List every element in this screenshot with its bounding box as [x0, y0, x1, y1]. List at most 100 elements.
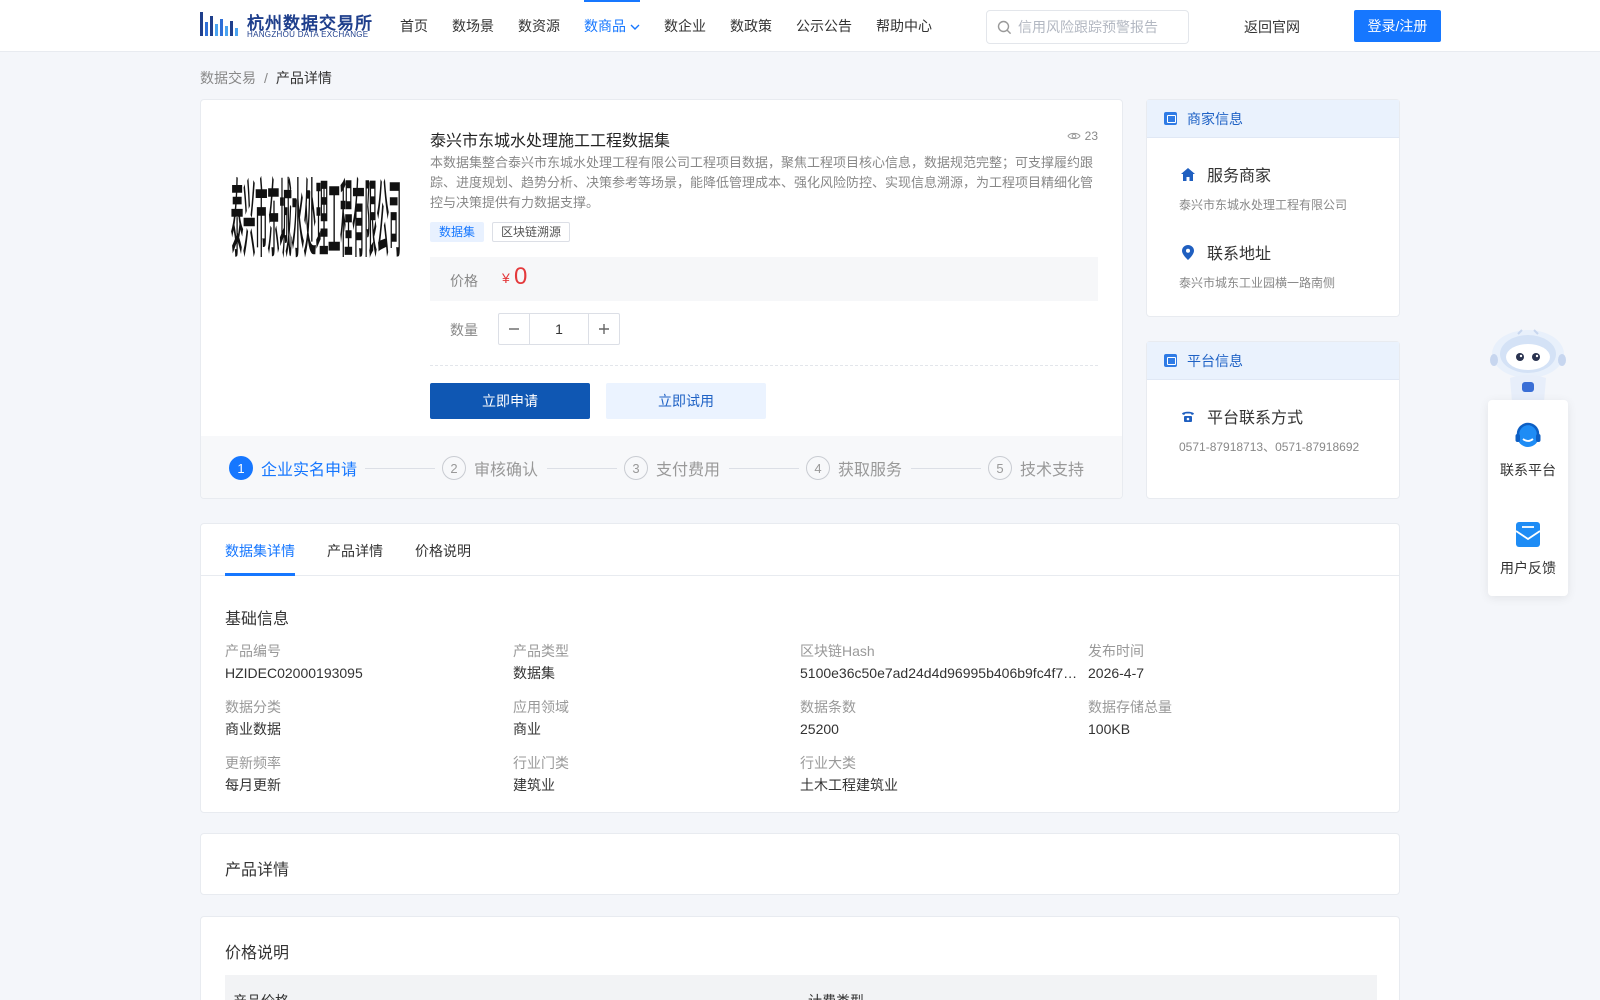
- price-table-header: 产品价格 计费类型: [225, 975, 1377, 1000]
- nav-home[interactable]: 首页: [400, 0, 428, 52]
- nav-products[interactable]: 数商品: [584, 0, 640, 52]
- field-label: 产品类型: [513, 643, 569, 659]
- step-number: 4: [806, 456, 830, 480]
- price-table-col-billing-type: 计费类型: [808, 991, 864, 1000]
- platform-info-title: 平台信息: [1187, 352, 1243, 369]
- phone-icon: [1179, 407, 1197, 425]
- field-update-frequency: 更新频率 每月更新: [225, 753, 505, 795]
- search-box[interactable]: [986, 10, 1189, 44]
- back-to-official-site-link[interactable]: 返回官网: [1244, 17, 1300, 37]
- step-4: 4 获取服务: [806, 455, 902, 481]
- field-application-domain: 应用领域 商业: [513, 697, 793, 739]
- field-value: 土木工程建筑业: [800, 777, 898, 793]
- user-feedback-button[interactable]: 用户反馈: [1488, 498, 1568, 596]
- platform-info-header: 平台信息: [1147, 342, 1399, 380]
- apply-now-button[interactable]: 立即申请: [430, 383, 590, 419]
- field-value: 建筑业: [513, 777, 555, 793]
- step-connector: [365, 468, 435, 469]
- mail-icon: [1515, 522, 1541, 547]
- breadcrumb-root[interactable]: 数据交易: [200, 70, 256, 86]
- detail-tabs: 数据集详情 产品详情 价格说明: [201, 524, 1399, 576]
- product-title: 泰兴市东城水处理施工工程数据集: [430, 133, 671, 150]
- minus-icon: [509, 328, 519, 330]
- search-input[interactable]: [1018, 11, 1183, 43]
- field-label: 区块链Hash: [800, 643, 875, 659]
- nav-announcements[interactable]: 公示公告: [796, 0, 852, 52]
- field-data-category: 数据分类 商业数据: [225, 697, 505, 739]
- merchant-info-card: 商家信息 服务商家 泰兴市东城水处理工程有限公司 联系地址 泰兴市城东工业园横一…: [1146, 99, 1400, 317]
- field-label: 数据条数: [800, 699, 856, 715]
- exchange-logo[interactable]: 杭州数据交易所 HANGZHOU DATA EXCHANGE: [200, 9, 372, 41]
- nav-policies[interactable]: 数政策: [730, 0, 772, 52]
- merchant-info-title: 商家信息: [1187, 110, 1243, 127]
- try-now-button[interactable]: 立即试用: [606, 383, 766, 419]
- step-label: 审核确认: [474, 462, 539, 479]
- step-label: 技术支持: [1020, 462, 1085, 479]
- price-description-title: 价格说明: [225, 945, 290, 962]
- nav-products-label: 数商品: [584, 18, 626, 34]
- price-value: 0: [514, 263, 528, 290]
- contact-platform-button[interactable]: 联系平台: [1488, 400, 1568, 498]
- field-label: 更新频率: [225, 755, 281, 771]
- search-icon: [997, 20, 1012, 35]
- tab-product-detail[interactable]: 产品详情: [327, 541, 383, 561]
- dataset-detail-card: 数据集详情 产品详情 价格说明 基础信息 产品编号 HZIDEC020001930…: [200, 523, 1400, 813]
- view-count-value: 23: [1084, 129, 1098, 143]
- step-2: 2 审核确认: [442, 455, 538, 481]
- price-row: 价格 ¥ 0: [430, 257, 1098, 301]
- price-table-col-price: 产品价格: [233, 991, 289, 1000]
- tab-price-description[interactable]: 价格说明: [415, 541, 471, 561]
- plus-icon: [599, 324, 609, 334]
- nav-help-center[interactable]: 帮助中心: [876, 0, 932, 52]
- field-storage-total: 数据存储总量 100KB: [1088, 697, 1368, 739]
- login-register-button[interactable]: 登录/注册: [1354, 10, 1441, 42]
- service-merchant-label: 服务商家: [1207, 168, 1272, 185]
- field-label: 应用领域: [513, 699, 569, 715]
- field-label: 行业门类: [513, 755, 569, 771]
- step-connector: [911, 468, 981, 469]
- contact-address-title: 联系地址: [1179, 240, 1271, 264]
- quantity-input[interactable]: [530, 314, 588, 344]
- field-label: 行业大类: [800, 755, 856, 771]
- view-count: 23: [1067, 129, 1098, 143]
- location-pin-icon: [1179, 243, 1197, 261]
- step-label: 企业实名申请: [261, 462, 358, 479]
- price-description-section: 价格说明 产品价格 计费类型: [200, 916, 1400, 1000]
- nav-resources[interactable]: 数资源: [518, 0, 560, 52]
- assistant-robot-icon[interactable]: [1488, 324, 1568, 402]
- purchase-steps: 1 企业实名申请 2 审核确认 3 支付费用 4 获取服务 5 技术支持: [201, 436, 1122, 498]
- platform-contact-title: 平台联系方式: [1179, 404, 1303, 428]
- product-description: 本数据集整合泰兴市东城水处理工程有限公司工程项目数据，聚焦工程项目核心信息，数据…: [430, 155, 1094, 210]
- divider: [430, 365, 1098, 366]
- field-label: 数据存储总量: [1088, 699, 1172, 715]
- product-tags: 数据集 区块链溯源: [430, 222, 571, 242]
- decrease-quantity-button[interactable]: [499, 314, 530, 344]
- product-detail-title: 产品详情: [225, 862, 290, 879]
- tag-dataset: 数据集: [430, 222, 485, 242]
- service-merchant-title: 服务商家: [1179, 162, 1271, 186]
- field-label: 发布时间: [1088, 643, 1144, 659]
- logo-english-name: HANGZHOU DATA EXCHANGE: [247, 30, 369, 39]
- breadcrumb-current: 产品详情: [275, 70, 332, 86]
- product-detail-section: 产品详情: [200, 833, 1400, 895]
- platform-contact-value: 0571-87918713、0571-87918692: [1179, 440, 1360, 454]
- home-icon: [1179, 165, 1197, 183]
- field-publish-time: 发布时间 2026-4-7: [1088, 641, 1368, 683]
- quantity-label: 数量: [450, 322, 478, 338]
- nav-enterprises[interactable]: 数企业: [664, 0, 706, 52]
- tab-dataset-detail[interactable]: 数据集详情: [225, 541, 295, 561]
- floating-service-panel: 联系平台 用户反馈: [1488, 400, 1568, 596]
- increase-quantity-button[interactable]: [588, 314, 619, 344]
- field-value: 100KB: [1088, 721, 1131, 737]
- headset-icon: [1515, 422, 1541, 447]
- main-nav: 首页 数场景 数资源 数商品 数企业 数政策 公示公告 帮助中心: [400, 0, 956, 52]
- service-merchant-value: 泰兴市东城水处理工程有限公司: [1179, 198, 1348, 212]
- eye-icon: [1067, 132, 1081, 140]
- contact-platform-label: 联系平台: [1500, 462, 1556, 478]
- field-industry-division: 行业大类土木工程建筑业: [800, 753, 1080, 795]
- product-cover-text: 泰兴市东城水处理工程有限公司: [231, 171, 401, 269]
- step-number: 5: [988, 456, 1012, 480]
- field-blockchain-hash: 区块链Hash 5100e36c50e7ad24d4d96995b406b9fc4…: [800, 641, 1080, 683]
- breadcrumb-separator: /: [264, 70, 268, 86]
- nav-scenarios[interactable]: 数场景: [452, 0, 494, 52]
